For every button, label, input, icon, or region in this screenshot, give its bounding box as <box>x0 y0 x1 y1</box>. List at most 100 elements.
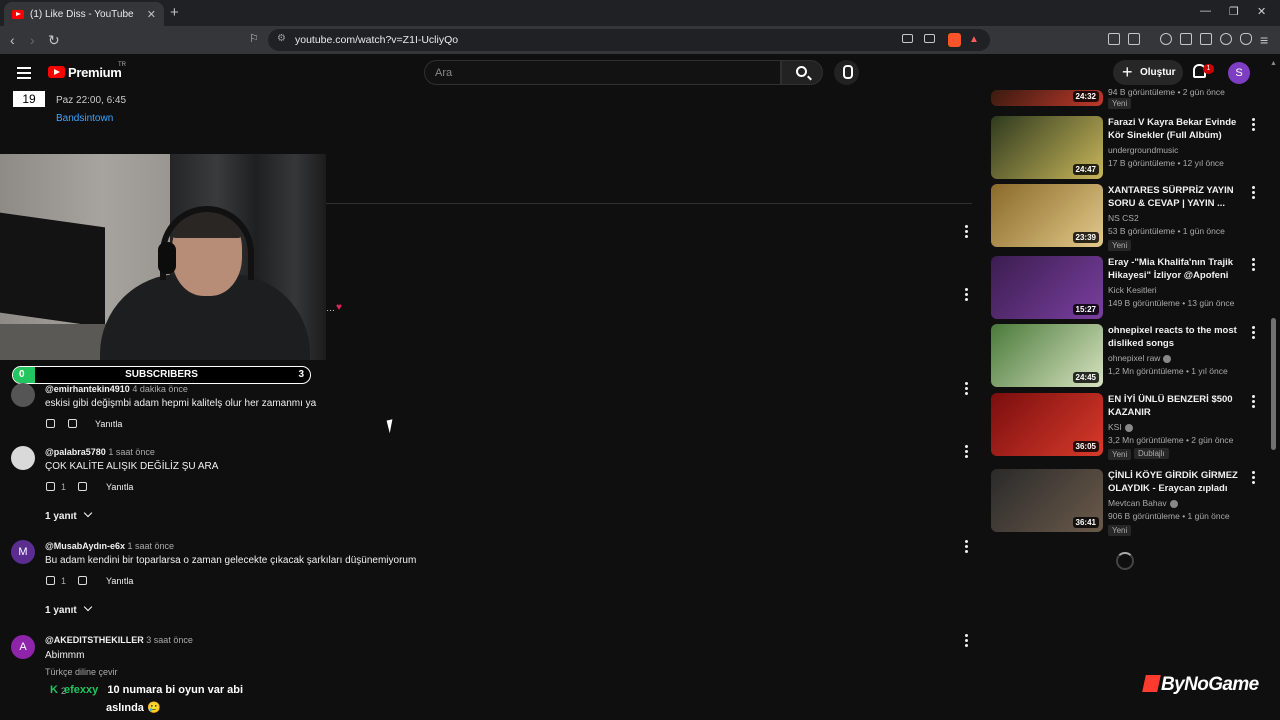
site-info-icon[interactable]: ⚙ <box>277 33 286 44</box>
scroll-up-icon[interactable]: ▲ <box>1270 60 1277 67</box>
channel-name[interactable]: Mevtcan Bahav <box>1108 498 1167 508</box>
comment-menu-icon[interactable] <box>965 445 969 460</box>
replies-toggle[interactable]: 1 yanıt <box>45 508 92 522</box>
video-thumbnail[interactable]: 36:05 <box>991 393 1103 456</box>
dislike-icon[interactable] <box>68 419 77 428</box>
video-title[interactable]: Eray -"Mia Khalifa'nın Trajik Hikayesi" … <box>1108 256 1246 282</box>
close-tab-icon[interactable]: ✕ <box>147 8 156 21</box>
maximize-icon[interactable]: ❐ <box>1229 5 1239 18</box>
comment-avatar[interactable]: A <box>11 635 35 659</box>
channel-name[interactable]: ohnepixel raw <box>1108 353 1160 363</box>
video-menu-icon[interactable] <box>1252 258 1256 273</box>
comment-menu-icon[interactable] <box>965 634 969 649</box>
heart-icon: ♥ <box>336 302 342 313</box>
comment-menu-icon[interactable] <box>965 540 969 555</box>
ai-icon[interactable] <box>1220 33 1232 45</box>
video-title[interactable]: Farazi V Kayra Bekar Evinde Kör Sinekler… <box>1108 116 1246 142</box>
video-menu-icon[interactable] <box>1252 471 1256 486</box>
video-thumbnail[interactable]: 24:32 <box>991 90 1103 106</box>
like-icon[interactable] <box>46 419 55 428</box>
reload-icon[interactable]: ↻ <box>48 32 60 49</box>
like-icon[interactable] <box>46 482 55 491</box>
hamburger-menu-icon[interactable] <box>17 67 31 82</box>
comment-header: @MusabAydın-e6x 1 saat önce <box>45 541 174 551</box>
replies-toggle[interactable]: 1 yanıt <box>45 602 92 616</box>
share-icon[interactable] <box>924 34 935 43</box>
bynogame-logo-icon <box>1142 675 1161 692</box>
vpn-icon[interactable] <box>1240 33 1252 45</box>
comment-menu-icon[interactable] <box>965 288 969 303</box>
sidebar-icon[interactable] <box>1180 33 1192 45</box>
video-menu-icon[interactable] <box>1252 326 1256 341</box>
video-stats: 1,2 Mn görüntüleme • 1 yıl önce <box>1108 366 1228 376</box>
comment-avatar[interactable] <box>11 446 35 470</box>
close-window-icon[interactable]: ✕ <box>1257 5 1266 18</box>
media-icon[interactable] <box>1160 33 1172 45</box>
comment-author[interactable]: @emirhantekin4910 <box>45 384 130 394</box>
event-link[interactable]: Bandsintown <box>56 113 113 124</box>
menu-icon[interactable]: ≡ <box>1260 32 1268 48</box>
video-thumbnail[interactable]: 15:27 <box>991 256 1103 319</box>
video-thumbnail[interactable]: 36:41 <box>991 469 1103 532</box>
video-title[interactable]: ohnepixel reacts to the most disliked so… <box>1108 324 1246 350</box>
video-menu-icon[interactable] <box>1252 186 1256 201</box>
like-icon[interactable] <box>46 576 55 585</box>
translate-link[interactable]: Türkçe diline çevir <box>45 667 118 677</box>
channel-name[interactable]: undergroundmusic <box>1108 145 1178 155</box>
channel-name[interactable]: KSI <box>1108 422 1122 432</box>
back-icon[interactable]: ‹ <box>10 32 15 48</box>
forward-icon[interactable]: › <box>30 32 35 48</box>
video-stats: 53 B görüntüleme • 1 gün önce <box>1108 226 1225 236</box>
extensions-icon[interactable] <box>1108 33 1120 45</box>
browser-tab[interactable]: (1) Like Diss - YouTube ✕ <box>4 2 164 26</box>
video-duration: 36:05 <box>1072 441 1099 452</box>
youtube-header: Premium TR Ara + Oluştur S <box>0 54 1280 90</box>
comment-avatar[interactable] <box>11 383 35 407</box>
search-input[interactable]: Ara <box>424 60 781 85</box>
comment-author[interactable]: @AKEDITSTHEKILLER <box>45 635 144 645</box>
youtube-brand[interactable]: Premium <box>68 65 122 80</box>
video-title[interactable]: XANTARES SÜRPRİZ YAYIN SORU & CEVAP | YA… <box>1108 184 1246 210</box>
reply-button[interactable]: Yanıtla <box>106 576 133 586</box>
create-button[interactable]: + Oluştur <box>1113 60 1183 85</box>
comment-header: @palabra5780 1 saat önce <box>45 447 155 457</box>
comment-time[interactable]: 1 saat önce <box>127 541 174 551</box>
rewards-icon[interactable]: ▲ <box>969 34 979 45</box>
screenshot-icon[interactable] <box>1128 33 1140 45</box>
video-menu-icon[interactable] <box>1252 395 1256 410</box>
youtube-logo-icon[interactable] <box>48 66 65 78</box>
comment-time[interactable]: 4 dakika önce <box>132 384 188 394</box>
comment-time[interactable]: 1 saat önce <box>108 447 155 457</box>
video-title[interactable]: ÇİNLİ KÖYE GİRDİK GİRMEZ OLAYDIK - Erayc… <box>1108 469 1246 495</box>
comment-author[interactable]: @palabra5780 <box>45 447 106 457</box>
video-thumbnail[interactable]: 23:39 <box>991 184 1103 247</box>
brave-shield-icon[interactable] <box>948 33 961 47</box>
video-menu-icon[interactable] <box>1252 118 1256 133</box>
voice-search-button[interactable] <box>834 60 859 85</box>
dislike-icon[interactable] <box>78 482 87 491</box>
video-thumbnail[interactable]: 24:45 <box>991 324 1103 387</box>
comment-time[interactable]: 3 saat önce <box>146 635 193 645</box>
comment-menu-icon[interactable] <box>965 382 969 397</box>
video-duration: 24:45 <box>1072 372 1099 383</box>
account-avatar[interactable]: S <box>1228 62 1250 84</box>
video-thumbnail[interactable]: 24:47 <box>991 116 1103 179</box>
reply-button[interactable]: Yanıtla <box>106 482 133 492</box>
dislike-icon[interactable] <box>78 576 87 585</box>
address-bar[interactable]: ⚙ youtube.com/watch?v=Z1I-UcliyQo ▲ <box>268 29 990 51</box>
cast-icon[interactable] <box>902 34 913 43</box>
comment-menu-icon[interactable] <box>965 225 969 240</box>
video-title[interactable]: EN İYİ ÜNLÜ BENZERİ $500 KAZANIR <box>1108 393 1246 419</box>
channel-name[interactable]: Kick Kesitleri <box>1108 285 1157 295</box>
bookmark-icon[interactable]: ⚐ <box>249 32 259 45</box>
search-button[interactable] <box>781 60 823 85</box>
comment-avatar[interactable]: M <box>11 540 35 564</box>
channel-name[interactable]: NS CS2 <box>1108 213 1139 223</box>
comment-author[interactable]: @MusabAydın-e6x <box>45 541 125 551</box>
verified-icon <box>1163 354 1172 363</box>
minimize-icon[interactable]: — <box>1200 5 1211 17</box>
scrollbar-thumb[interactable] <box>1271 318 1276 450</box>
wallet-icon[interactable] <box>1200 33 1212 45</box>
reply-button[interactable]: Yanıtla <box>95 419 122 429</box>
new-tab-button[interactable]: + <box>170 4 179 21</box>
